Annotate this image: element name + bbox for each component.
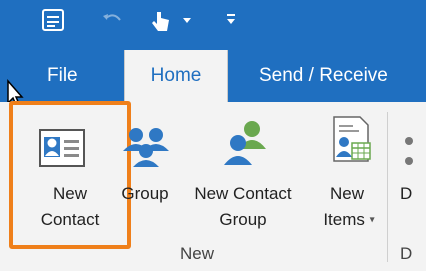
ribbon-group-separator bbox=[387, 112, 388, 262]
new-contact-group-button[interactable]: New Contact Group bbox=[180, 105, 306, 245]
group-button[interactable]: Group bbox=[110, 105, 180, 245]
new-contact-group-label-line2: Group bbox=[219, 210, 267, 229]
touch-mode-icon[interactable] bbox=[148, 6, 174, 36]
new-items-button[interactable]: New Items ▾ bbox=[316, 105, 386, 245]
people-group-icon bbox=[120, 125, 172, 174]
outlook-app-icon[interactable] bbox=[40, 6, 66, 36]
contact-group-icon bbox=[220, 119, 272, 174]
tab-send-receive[interactable]: Send / Receive bbox=[259, 50, 388, 102]
new-items-label-text: Items bbox=[323, 210, 365, 229]
qat-dropdown-icon[interactable] bbox=[180, 6, 194, 36]
group-label: Group bbox=[121, 184, 169, 203]
partial-label: D bbox=[400, 184, 413, 203]
customize-qat-icon[interactable] bbox=[224, 6, 238, 36]
ribbon-tab-bar: File Home Send / Receive bbox=[0, 50, 426, 102]
new-contact-group-label-line1: New Contact bbox=[194, 184, 292, 203]
new-items-label-line2: Items ▾ bbox=[316, 209, 382, 232]
undo-icon[interactable] bbox=[100, 6, 124, 36]
ribbon-group-label-partial: D bbox=[400, 244, 413, 263]
dropdown-arrow-icon: ▾ bbox=[369, 214, 375, 226]
partial-icon bbox=[400, 135, 426, 180]
ribbon-group-label-new: New bbox=[180, 244, 215, 263]
new-items-icon bbox=[330, 115, 374, 172]
tab-file[interactable]: File bbox=[47, 50, 78, 102]
next-group-partial-button[interactable]: D bbox=[392, 105, 426, 245]
tab-home[interactable]: Home bbox=[124, 50, 228, 102]
new-items-label-line1: New bbox=[329, 184, 364, 203]
title-bar bbox=[0, 0, 426, 50]
